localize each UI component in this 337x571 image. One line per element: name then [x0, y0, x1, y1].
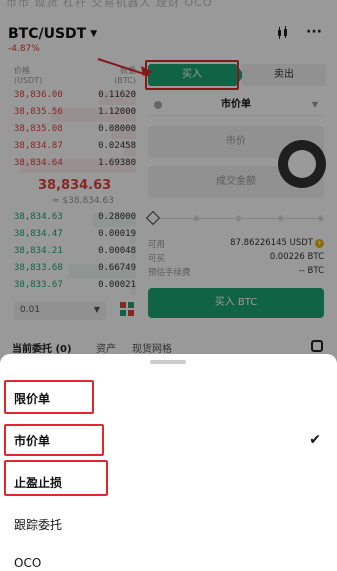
option-trailing[interactable]: 跟踪委托: [14, 516, 62, 533]
stop-highlight: [4, 460, 108, 496]
limit-highlight: [4, 380, 94, 414]
option-oco[interactable]: OCO: [14, 556, 41, 570]
market-highlight: [4, 424, 104, 456]
trading-screen: 币币 现货 杠杆 交易机器人 理财 OCO BTC/USDT ▼ -4.87% ·…: [0, 0, 337, 571]
sheet-grabber[interactable]: [150, 360, 186, 364]
check-icon: ✔: [309, 432, 321, 448]
order-type-sheet: 限价单 市价单 ✔ 止盈止损 跟踪委托 OCO: [0, 354, 337, 571]
